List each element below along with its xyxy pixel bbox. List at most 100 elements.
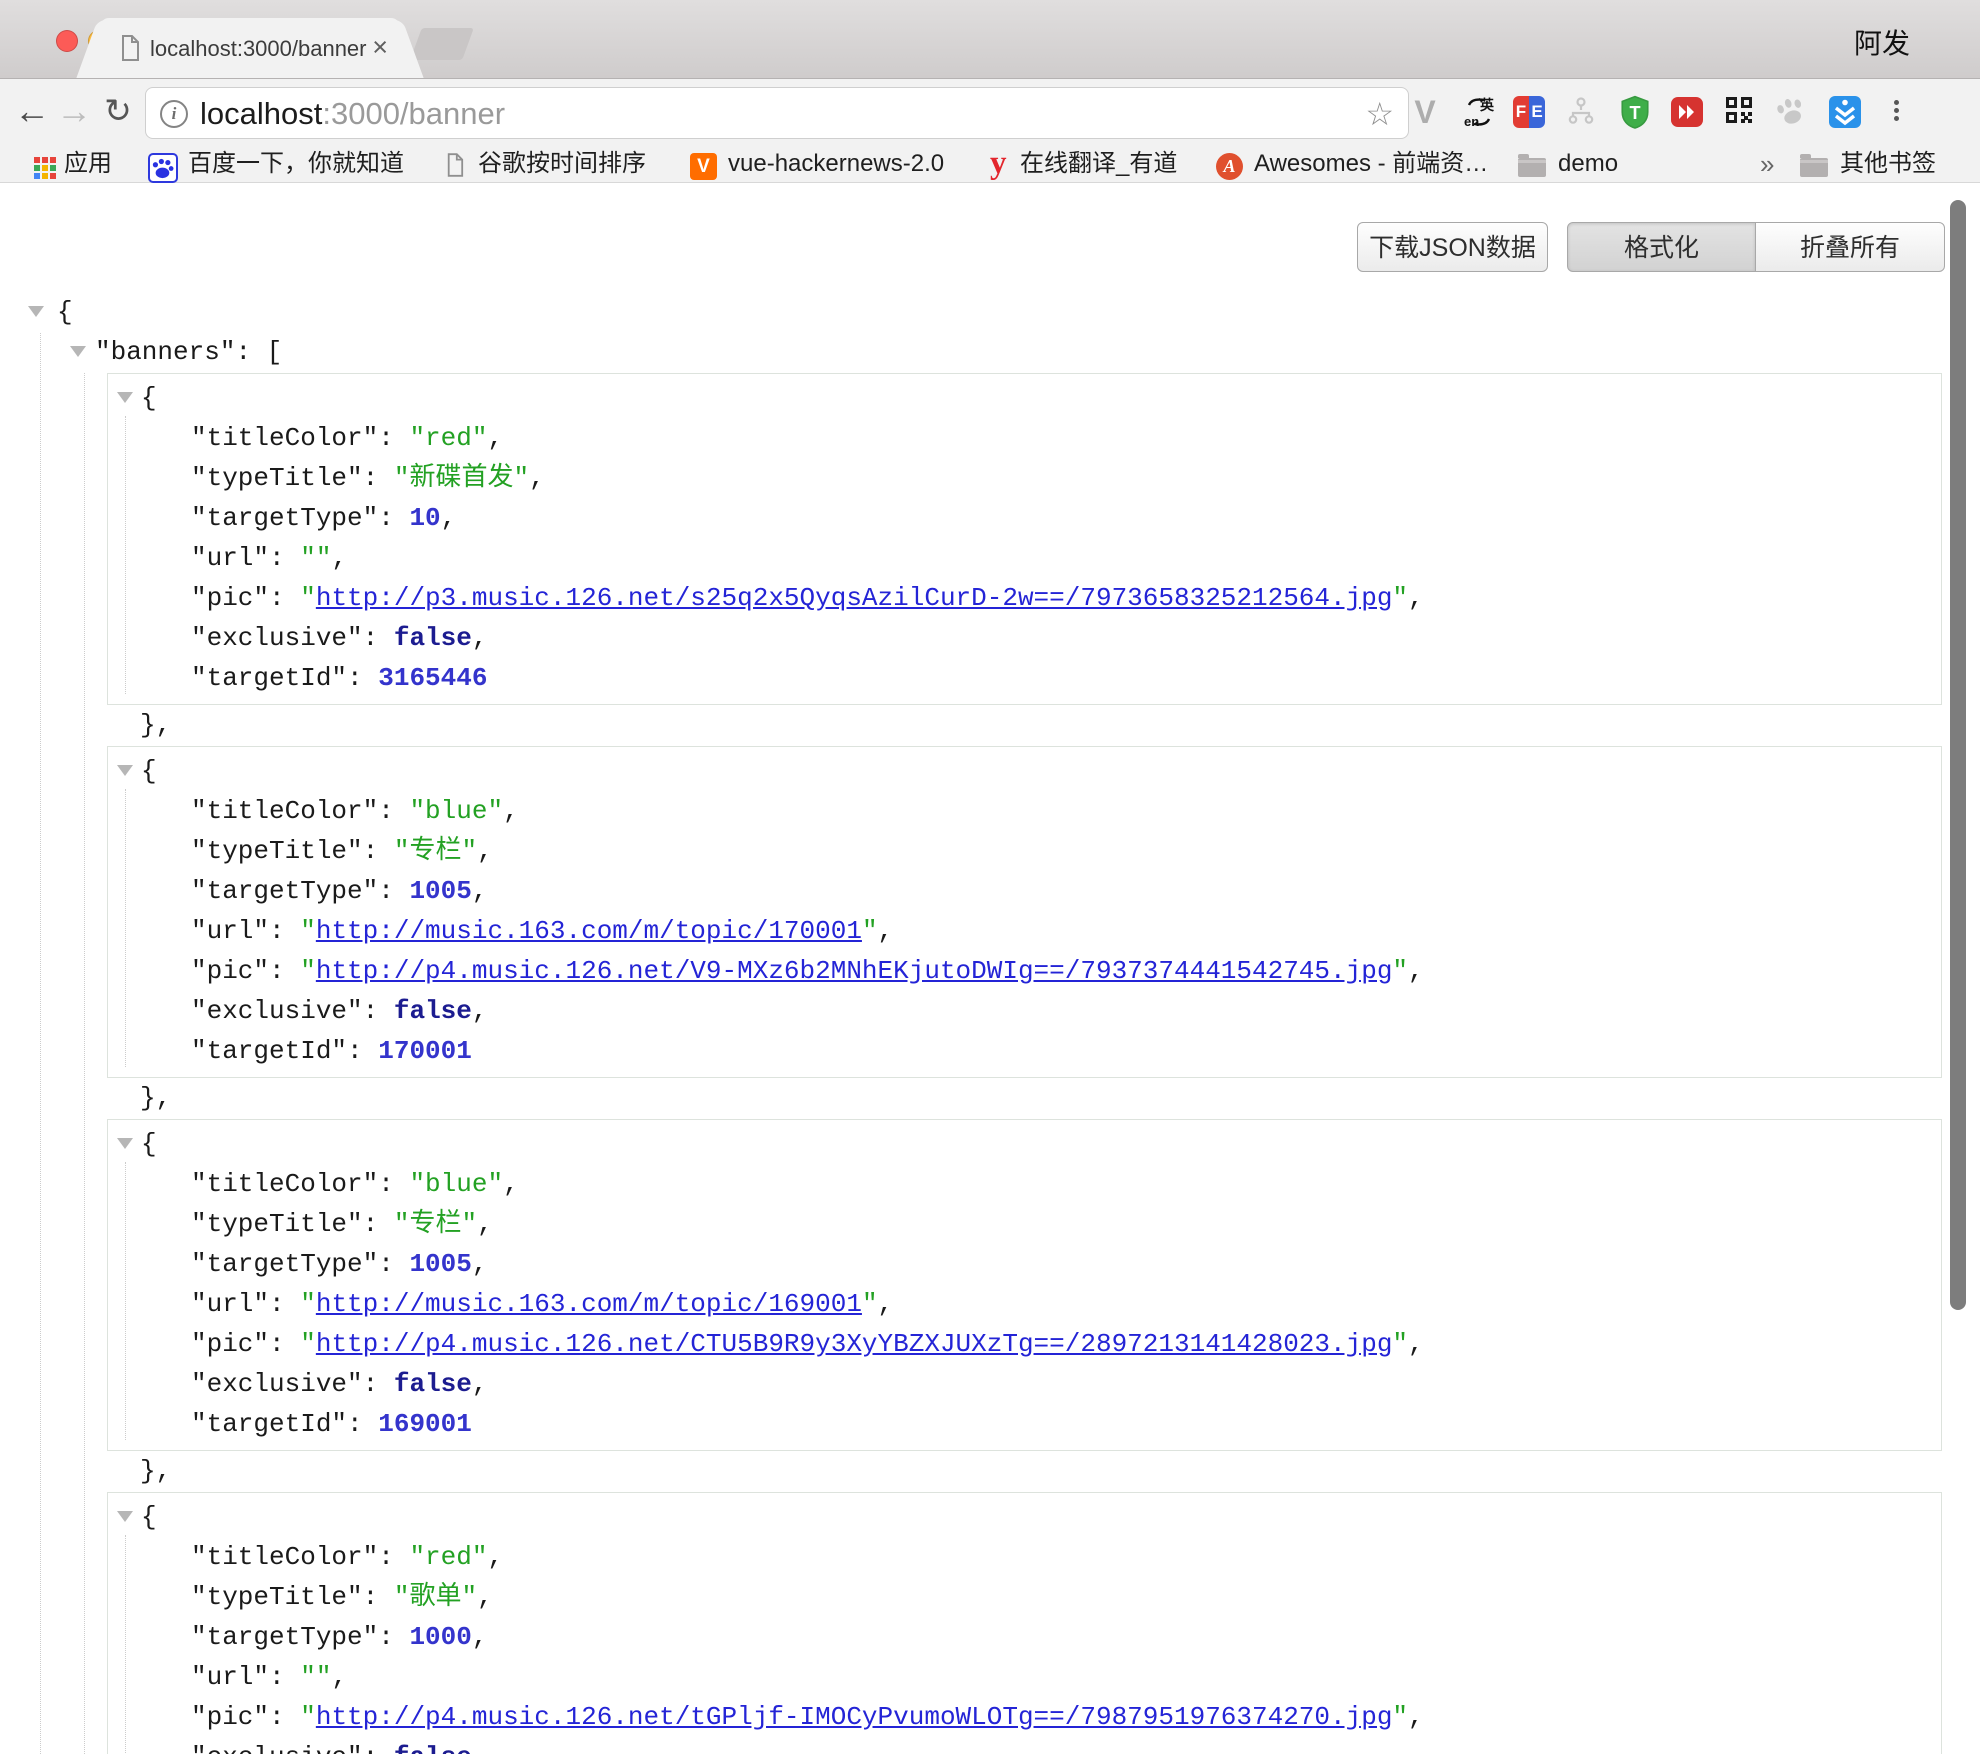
bookmark-label: 谷歌按时间排序 — [478, 146, 646, 182]
new-tab-button[interactable] — [410, 28, 474, 60]
format-button[interactable]: 格式化 — [1567, 222, 1756, 272]
svg-text:T: T — [1629, 103, 1640, 123]
json-line: "url": "http://music.163.com/m/topic/170… — [108, 911, 1941, 951]
url-text[interactable]: localhost:3000/banner — [200, 88, 505, 138]
json-link[interactable]: http://p4.music.126.net/CTU5B9R9y3XyYBZX… — [316, 1329, 1393, 1359]
reload-button[interactable]: ↻ — [98, 79, 138, 146]
awesomes-icon: A — [1216, 153, 1243, 180]
download-json-button[interactable]: 下载JSON数据 — [1357, 222, 1548, 272]
other-bookmarks-label: 其他书签 — [1840, 146, 1936, 182]
extension-translate-icon[interactable]: 英 en — [1462, 95, 1496, 129]
tab-close-icon[interactable]: × — [372, 18, 388, 78]
json-line: "targetType": 1005, — [108, 1244, 1941, 1284]
extension-sitemap-icon[interactable] — [1564, 95, 1598, 129]
bookmark-item-awesomes[interactable]: A Awesomes - 前端资… — [1216, 146, 1488, 182]
collapse-toggle-icon[interactable] — [117, 1511, 133, 1522]
json-line: "typeTitle": "歌单", — [108, 1577, 1941, 1617]
json-line: { — [108, 1124, 1941, 1164]
traffic-light-close-button[interactable] — [56, 30, 78, 52]
tab-title: localhost:3000/banner — [150, 18, 367, 78]
json-line: "banners": [ — [0, 332, 1980, 372]
json-line: "pic": "http://p4.music.126.net/tGPljf-I… — [108, 1697, 1941, 1737]
json-line: "targetType": 1005, — [108, 871, 1941, 911]
bookmark-item-apps[interactable]: 应用 — [34, 146, 112, 182]
bookmark-label: 在线翻译_有道 — [1020, 146, 1177, 182]
json-line: "pic": "http://p4.music.126.net/CTU5B9R9… — [108, 1324, 1941, 1364]
json-line: "pic": "http://p3.music.126.net/s25q2x5Q… — [108, 578, 1941, 618]
json-link[interactable]: http://p4.music.126.net/V9-MXz6b2MNhEKju… — [316, 956, 1393, 986]
collapse-toggle-icon[interactable] — [117, 392, 133, 403]
folder-icon — [1518, 158, 1546, 177]
json-line: "typeTitle": "新碟首发", — [108, 458, 1941, 498]
scrollbar-thumb[interactable] — [1950, 200, 1966, 1310]
forward-button[interactable]: → — [54, 79, 94, 146]
extension-vue-devtools-icon[interactable]: V — [1408, 95, 1442, 129]
json-object-box: {"titleColor": "blue","typeTitle": "专栏",… — [107, 1119, 1942, 1451]
json-line: "titleColor": "red", — [108, 418, 1941, 458]
baidu-paw-icon — [148, 153, 178, 183]
json-line: }, — [0, 705, 1980, 745]
collapse-toggle-icon[interactable] — [28, 306, 44, 317]
json-link[interactable]: http://music.163.com/m/topic/169001 — [316, 1289, 862, 1319]
url-path: :3000/banner — [322, 96, 505, 131]
json-line: { — [108, 1497, 1941, 1537]
json-object-box: {"titleColor": "red","typeTitle": "新碟首发"… — [107, 373, 1942, 705]
collapse-toggle-icon[interactable] — [117, 1138, 133, 1149]
json-line: "targetId": 169001 — [108, 1404, 1941, 1444]
bookmark-label: demo — [1558, 146, 1618, 182]
json-line: "exclusive": false, — [108, 1737, 1941, 1754]
json-line: { — [0, 292, 1980, 332]
json-line: "exclusive": false, — [108, 991, 1941, 1031]
bookmark-item-youdao[interactable]: y 在线翻译_有道 — [990, 146, 1177, 182]
bookmarks-overflow-chevron[interactable]: » — [1760, 146, 1774, 182]
collapse-all-button[interactable]: 折叠所有 — [1755, 222, 1945, 272]
browser-tab[interactable]: localhost:3000/banner × — [100, 18, 400, 78]
bookmark-item-google-sort[interactable]: 谷歌按时间排序 — [446, 146, 646, 182]
browser-menu-icon[interactable] — [1886, 95, 1906, 131]
collapse-toggle-icon[interactable] — [117, 765, 133, 776]
other-bookmarks-folder[interactable]: 其他书签 — [1800, 146, 1936, 182]
json-line: "targetId": 3165446 — [108, 658, 1941, 698]
bookmark-item-baidu[interactable]: 百度一下，你就知道 — [148, 146, 404, 182]
apps-grid-icon — [34, 150, 56, 179]
json-line: "typeTitle": "专栏", — [108, 831, 1941, 871]
url-host: localhost — [200, 96, 322, 131]
json-line: "typeTitle": "专栏", — [108, 1204, 1941, 1244]
extension-qr-code-icon[interactable] — [1722, 95, 1756, 129]
page-content: 下载JSON数据 格式化 折叠所有 {"banners": [{"titleCo… — [0, 183, 1980, 1754]
extension-downloader-icon[interactable] — [1828, 95, 1862, 129]
json-line: "targetType": 10, — [108, 498, 1941, 538]
json-object-box: {"titleColor": "red","typeTitle": "歌单", "… — [107, 1492, 1942, 1754]
json-link[interactable]: http://p3.music.126.net/s25q2x5QyqsAzilC… — [316, 583, 1393, 613]
json-line: "exclusive": false, — [108, 618, 1941, 658]
bookmark-label: vue-hackernews-2.0 — [728, 146, 944, 182]
json-link[interactable]: http://music.163.com/m/topic/170001 — [316, 916, 862, 946]
extension-fe-icon[interactable]: FE — [1512, 95, 1546, 129]
svg-text:英: 英 — [1479, 97, 1495, 113]
json-tree: {"banners": [{"titleColor": "red","typeT… — [0, 292, 1980, 1754]
svg-text:en: en — [1464, 114, 1479, 129]
extension-video-download-icon[interactable] — [1670, 95, 1704, 129]
bookmark-star-icon[interactable]: ☆ — [1365, 88, 1394, 138]
navigation-toolbar: ← → ↻ i localhost:3000/banner ☆ V 英 en F… — [0, 79, 1980, 146]
json-line: { — [108, 378, 1941, 418]
youdao-icon: y — [990, 146, 1007, 180]
vue-icon: V — [690, 153, 717, 180]
bookmark-item-demo-folder[interactable]: demo — [1518, 146, 1618, 182]
json-line: "titleColor": "blue", — [108, 791, 1941, 831]
bookmarks-bar: 应用 百度一下，你就知道 谷歌按时间排序 V vue-hackernews-2.… — [0, 146, 1980, 183]
extension-tampermonkey-icon[interactable]: T — [1618, 95, 1652, 129]
site-info-icon[interactable]: i — [160, 100, 188, 128]
back-button[interactable]: ← — [12, 79, 52, 146]
bookmark-label: Awesomes - 前端资… — [1254, 146, 1488, 182]
json-line: { — [108, 751, 1941, 791]
address-bar[interactable]: i localhost:3000/banner ☆ — [145, 87, 1409, 139]
json-line: "pic": "http://p4.music.126.net/V9-MXz6b… — [108, 951, 1941, 991]
json-line: "titleColor": "red", — [108, 1537, 1941, 1577]
extension-paw-icon[interactable] — [1774, 95, 1808, 129]
collapse-toggle-icon[interactable] — [70, 346, 86, 357]
format-collapse-button-group: 格式化 折叠所有 — [1567, 222, 1945, 272]
json-link[interactable]: http://p4.music.126.net/tGPljf-IMOCyPvum… — [316, 1702, 1393, 1732]
bookmark-item-vue-hackernews[interactable]: V vue-hackernews-2.0 — [690, 146, 944, 182]
json-line: "url": "http://music.163.com/m/topic/169… — [108, 1284, 1941, 1324]
